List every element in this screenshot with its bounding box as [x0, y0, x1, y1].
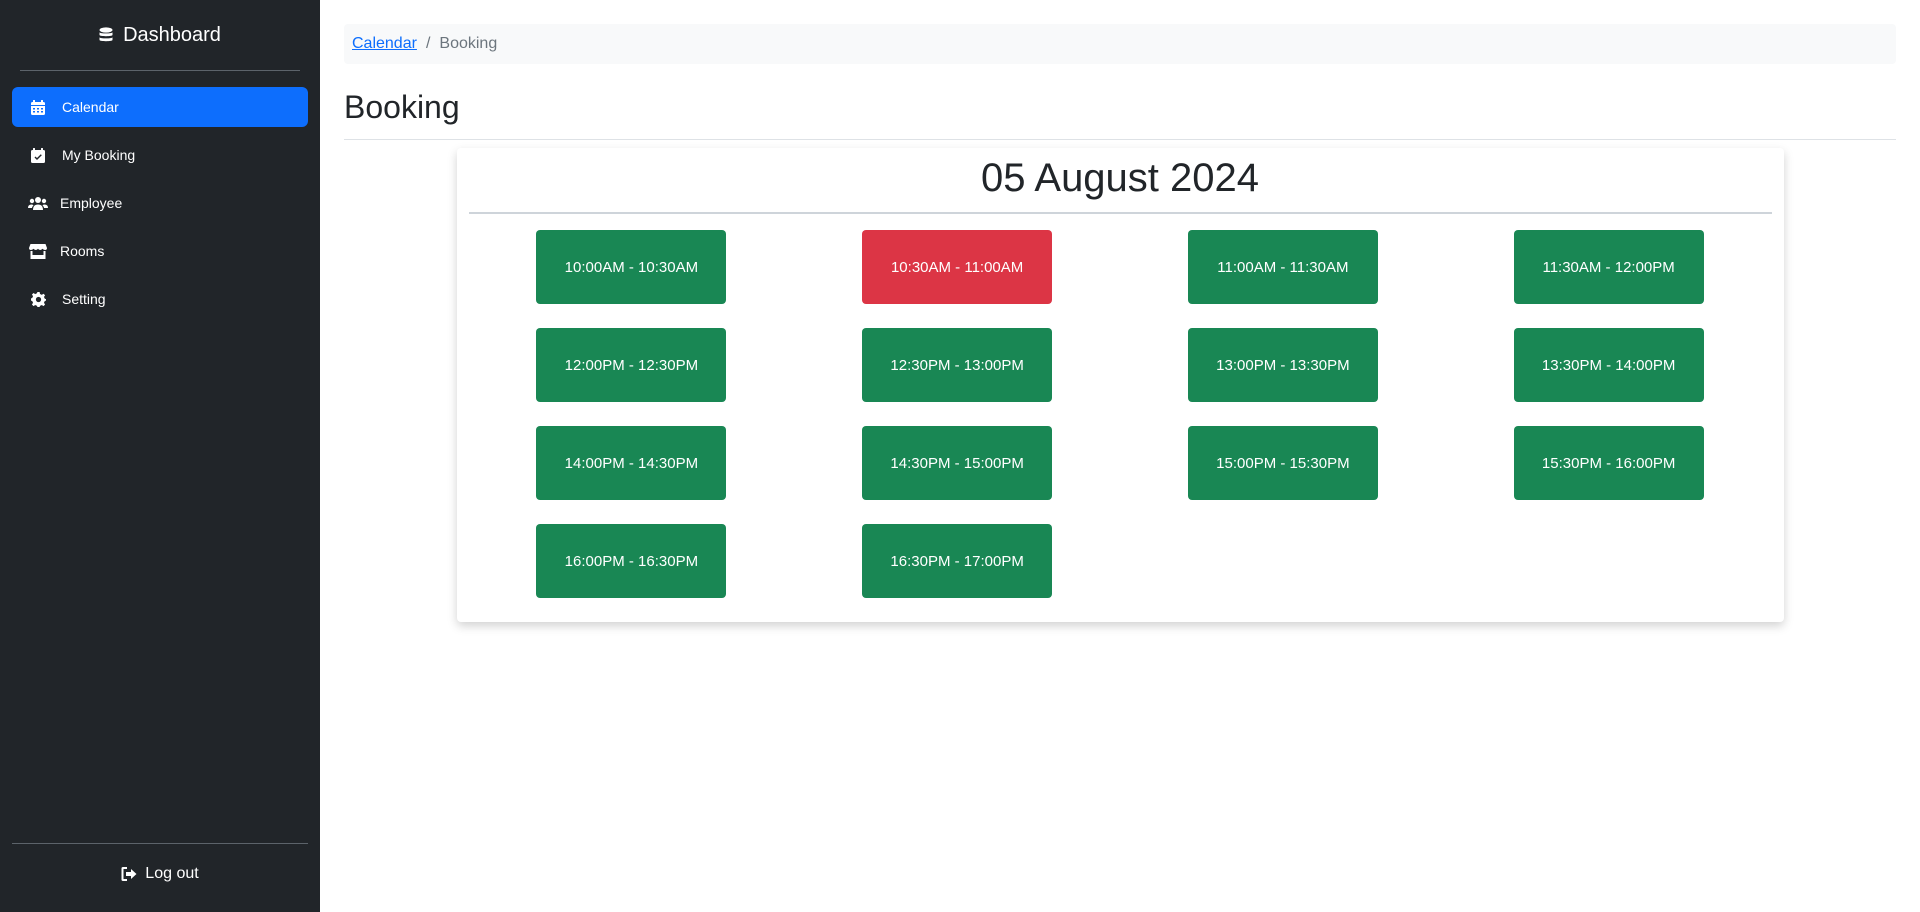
sidebar-item-my-booking[interactable]: My Booking [12, 135, 308, 175]
time-slot-button[interactable]: 13:30PM - 14:00PM [1513, 328, 1704, 403]
breadcrumb-link-calendar[interactable]: Calendar [352, 35, 417, 53]
sidebar-item-calendar[interactable]: Calendar [12, 87, 308, 127]
users-icon [28, 196, 48, 211]
sidebar-nav: Calendar My Booking Employee Rooms Setti… [12, 87, 308, 843]
logout-label: Log out [145, 865, 199, 882]
sidebar-item-rooms[interactable]: Rooms [12, 231, 308, 271]
gear-icon [28, 291, 48, 307]
database-icon [99, 27, 113, 43]
main-content: Calendar / Booking Booking 05 August 202… [320, 0, 1920, 912]
time-slot-button[interactable]: 10:00AM - 10:30AM [536, 230, 727, 305]
calendar-icon [28, 99, 48, 115]
time-slot-button[interactable]: 11:00AM - 11:30AM [1187, 230, 1378, 305]
sidebar-item-employee[interactable]: Employee [12, 183, 308, 223]
time-slot-booked-button[interactable]: 10:30AM - 11:00AM [862, 230, 1053, 305]
sidebar: Dashboard Calendar My Booking Employee R… [0, 0, 320, 912]
time-slot-button[interactable]: 16:00PM - 16:30PM [536, 524, 727, 599]
date-heading: 05 August 2024 [468, 152, 1772, 215]
page-title: Booking [344, 89, 1896, 141]
store-icon [28, 243, 48, 259]
sidebar-item-label: Calendar [62, 99, 119, 115]
time-slots-grid: 10:00AM - 10:30AM 10:30AM - 11:00AM 11:00A… [469, 230, 1772, 599]
breadcrumb: Calendar / Booking [344, 24, 1896, 64]
time-slot-button[interactable]: 14:00PM - 14:30PM [536, 426, 727, 501]
time-slot-button[interactable]: 15:30PM - 16:00PM [1513, 426, 1704, 501]
sidebar-item-label: Employee [60, 195, 123, 211]
time-slot-button[interactable]: 12:30PM - 13:00PM [862, 328, 1053, 403]
time-slot-button[interactable]: 12:00PM - 12:30PM [536, 328, 727, 403]
calendar-check-icon [28, 147, 48, 163]
brand-label: Dashboard [123, 23, 221, 46]
time-slot-button[interactable]: 14:30PM - 15:00PM [862, 426, 1053, 501]
sidebar-item-label: Rooms [60, 243, 105, 259]
sidebar-item-label: My Booking [62, 147, 136, 163]
time-slot-button[interactable]: 11:30AM - 12:00PM [1513, 230, 1704, 305]
logout-button[interactable]: Log out [12, 843, 308, 904]
sign-out-icon [121, 867, 137, 881]
time-slot-button[interactable]: 13:00PM - 13:30PM [1187, 328, 1378, 403]
sidebar-item-label: Setting [62, 291, 106, 307]
sidebar-item-setting[interactable]: Setting [12, 279, 308, 319]
booking-card: 05 August 2024 10:00AM - 10:30AM 10:30AM … [456, 148, 1784, 623]
brand[interactable]: Dashboard [20, 0, 300, 71]
breadcrumb-current: Booking [439, 35, 498, 52]
time-slot-button[interactable]: 15:00PM - 15:30PM [1187, 426, 1378, 501]
breadcrumb-separator: / [425, 35, 431, 52]
time-slot-button[interactable]: 16:30PM - 17:00PM [862, 524, 1053, 599]
